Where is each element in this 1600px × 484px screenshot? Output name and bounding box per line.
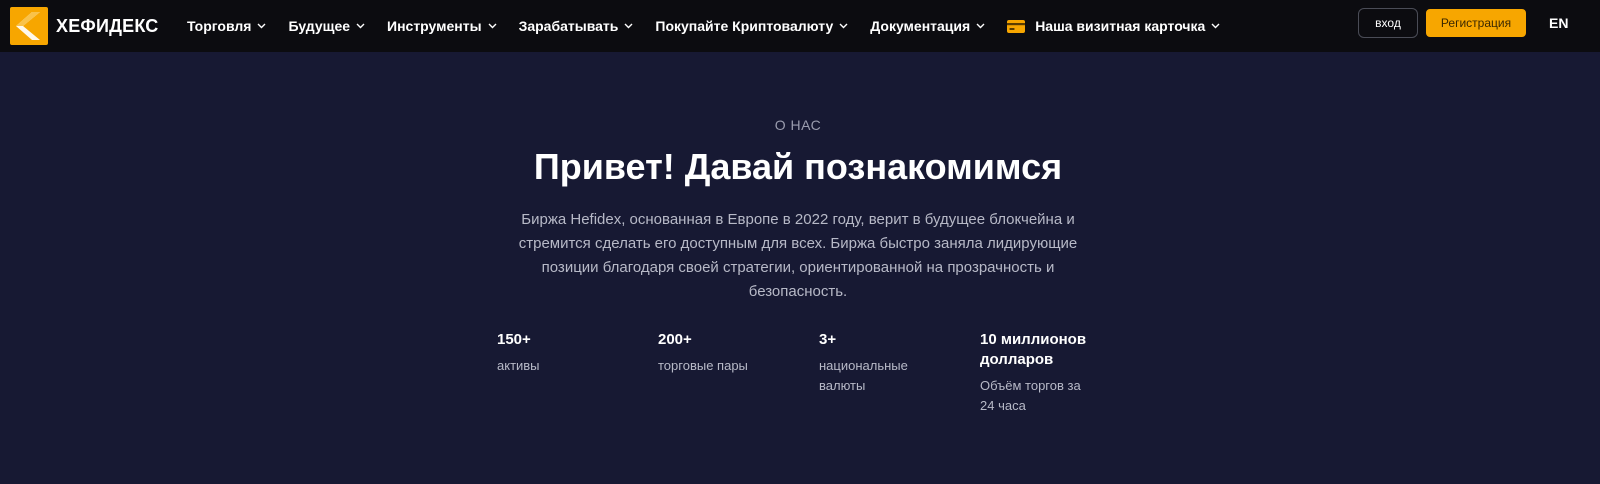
chevron-down-icon: [976, 23, 985, 29]
brand-name: ХЕФИДЕКС: [56, 15, 159, 36]
logo-icon: [10, 7, 48, 45]
top-navigation-bar: ХЕФИДЕКС Торговля Будущее Инструменты За…: [0, 0, 1600, 52]
chevron-down-icon: [356, 23, 365, 29]
nav-item-label: Инструменты: [387, 18, 482, 34]
stat-value: 3+: [819, 331, 837, 348]
card-icon: [1007, 19, 1026, 33]
nav-item-label: Покупайте Криптовалюту: [655, 18, 834, 34]
nav-item-futures[interactable]: Будущее: [288, 18, 365, 34]
section-eyebrow: О НАС: [774, 117, 822, 133]
about-description: Биржа Hefidex, основанная в Европе в 202…: [518, 211, 1078, 300]
stat-value: 10 миллионов долларов: [980, 331, 1087, 368]
stat-label: активы: [497, 358, 540, 373]
stat-assets: 150+ активы: [497, 330, 617, 376]
stat-label: Объём торгов за 24 часа: [980, 378, 1081, 413]
stat-value: 200+: [658, 331, 692, 348]
chevron-down-icon: [488, 23, 497, 29]
chevron-down-icon: [1211, 23, 1220, 29]
chevron-down-icon: [839, 23, 848, 29]
signup-button[interactable]: Регистрация: [1426, 9, 1526, 37]
stat-value: 150+: [497, 331, 531, 348]
nav-item-label: Зарабатывать: [518, 18, 619, 34]
nav-item-tools[interactable]: Инструменты: [387, 18, 497, 34]
nav-item-business-card[interactable]: Наша визитная карточка: [1007, 18, 1220, 34]
logo[interactable]: ХЕФИДЕКС: [10, 6, 159, 46]
nav-item-label: Торговля: [187, 18, 252, 34]
stat-trading-pairs: 200+ торговые пары: [658, 330, 778, 376]
login-button[interactable]: вход: [1358, 8, 1418, 38]
nav-item-label: Наша визитная карточка: [1035, 18, 1206, 34]
nav-item-trading[interactable]: Торговля: [187, 18, 266, 34]
stat-trading-volume: 10 миллионов долларов Объём торгов за 24…: [980, 330, 1098, 416]
page-title: Привет! Давай познакомимся: [533, 146, 1063, 187]
main-nav: Торговля Будущее Инструменты Зарабатыват…: [187, 0, 1242, 52]
chevron-down-icon: [257, 23, 266, 29]
nav-item-documentation[interactable]: Документация: [870, 18, 985, 34]
stat-label: национальные валюты: [819, 358, 908, 393]
nav-item-earn[interactable]: Зарабатывать: [519, 18, 634, 34]
nav-item-buy-crypto[interactable]: Покупайте Криптовалюту: [655, 18, 848, 34]
stat-label: торговые пары: [658, 358, 748, 373]
nav-item-label: Будущее: [288, 18, 351, 34]
nav-item-label: Документация: [870, 18, 971, 34]
chevron-down-icon: [624, 23, 633, 29]
stat-national-currencies: 3+ национальные валюты: [819, 330, 929, 396]
language-switcher[interactable]: EN: [1549, 15, 1568, 31]
